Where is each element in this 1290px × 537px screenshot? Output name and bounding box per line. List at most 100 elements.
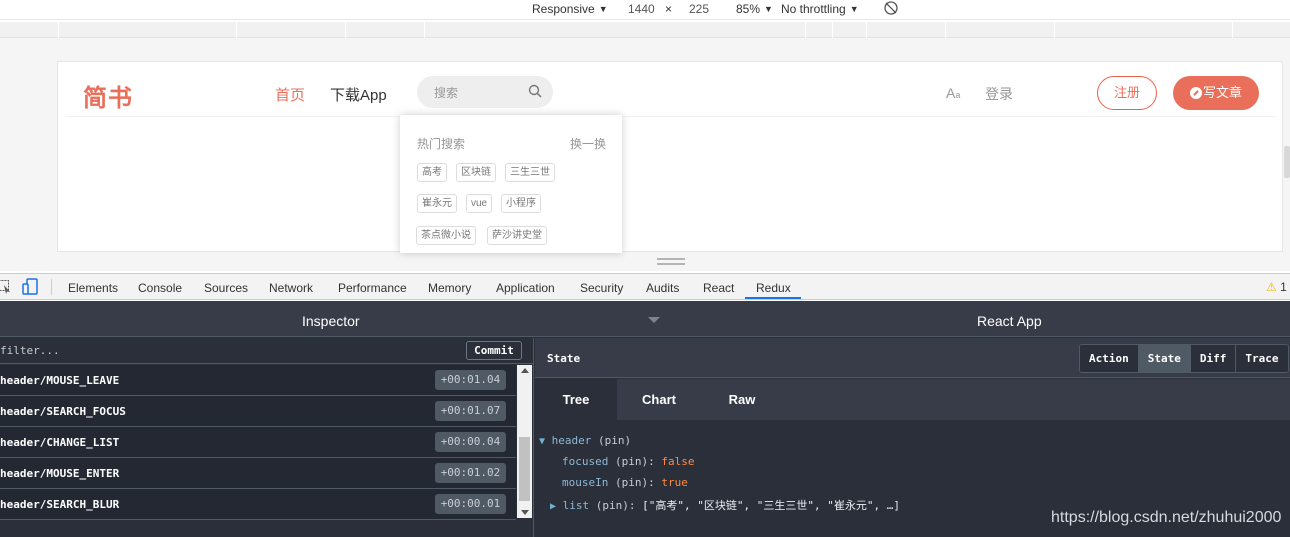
tab-audits[interactable]: Audits bbox=[646, 281, 679, 295]
throttling-select[interactable]: No throttling ▼ bbox=[781, 2, 859, 16]
viewport-width-input[interactable]: 1440 bbox=[628, 2, 655, 16]
action-list-scrollbar[interactable] bbox=[517, 365, 532, 518]
media-query-ruler[interactable] bbox=[0, 22, 1290, 38]
action-name: header/MOUSE_LEAVE bbox=[0, 374, 120, 387]
subtab-raw[interactable]: Raw bbox=[701, 379, 783, 420]
tab-console[interactable]: Console bbox=[138, 281, 182, 295]
search-placeholder: 搜索 bbox=[434, 86, 459, 100]
tree-node-header[interactable]: ▼ header (pin) bbox=[539, 434, 631, 447]
commit-button[interactable]: Commit bbox=[466, 341, 522, 360]
action-time: +00:01.02 bbox=[435, 463, 506, 483]
tree-pin[interactable]: (pin): bbox=[615, 455, 655, 468]
device-mode-label: Responsive bbox=[532, 2, 595, 16]
action-list-item[interactable]: header/MOUSE_ENTER +00:01.02 bbox=[0, 458, 516, 489]
nav-download-app-link[interactable]: 下载App bbox=[330, 84, 387, 105]
tree-value: ["高考", "区块链", "三生三世", "崔永元", …] bbox=[642, 499, 900, 512]
view-trace-button[interactable]: Trace bbox=[1236, 345, 1288, 372]
tab-redux[interactable]: Redux bbox=[756, 281, 791, 295]
action-list-item[interactable]: header/SEARCH_FOCUS +00:01.07 bbox=[0, 396, 516, 427]
nav-home-link[interactable]: 首页 bbox=[275, 84, 305, 105]
action-list-item[interactable]: header/CHANGE_LIST +00:00.04 bbox=[0, 427, 516, 458]
hot-search-popup: 热门搜索 换一换 高考 区块链 三生三世 崔永元 vue 小程序 茶点微小说 萨… bbox=[400, 115, 622, 253]
tab-memory[interactable]: Memory bbox=[428, 281, 471, 295]
filter-row: filter... Commit bbox=[0, 338, 534, 364]
tab-security[interactable]: Security bbox=[580, 281, 623, 295]
expanded-arrow-icon[interactable]: ▼ bbox=[539, 436, 545, 447]
switch-batch-link[interactable]: 换一换 bbox=[570, 135, 606, 152]
devtools-tab-bar: Elements Console Sources Network Perform… bbox=[0, 273, 1290, 300]
warnings-counter[interactable]: ⚠ 1 bbox=[1266, 280, 1287, 294]
view-state-button[interactable]: State bbox=[1138, 345, 1191, 372]
caret-down-icon: ▼ bbox=[598, 4, 608, 14]
hot-search-tag[interactable]: 高考 bbox=[417, 163, 447, 182]
action-name: header/SEARCH_BLUR bbox=[0, 498, 120, 511]
device-mode-select[interactable]: Responsive ▼ bbox=[532, 2, 608, 16]
hot-search-tag[interactable]: vue bbox=[466, 194, 493, 213]
action-time: +00:00.04 bbox=[435, 432, 506, 452]
zoom-select[interactable]: 85% ▼ bbox=[736, 2, 773, 16]
tree-pin[interactable]: (pin): bbox=[615, 476, 655, 489]
collapsed-arrow-icon[interactable]: ▶ bbox=[550, 501, 556, 512]
search-icon[interactable] bbox=[527, 83, 544, 100]
action-list-pane: filter... Commit header/MOUSE_LEAVE +00:… bbox=[0, 338, 534, 537]
scroll-up-icon[interactable] bbox=[521, 368, 529, 373]
action-name: header/MOUSE_ENTER bbox=[0, 467, 120, 480]
inspector-title: Inspector bbox=[302, 313, 360, 329]
active-tab-indicator bbox=[745, 297, 801, 299]
search-input[interactable]: 搜索 bbox=[417, 76, 553, 108]
subtab-tree[interactable]: Tree bbox=[535, 379, 617, 420]
hot-search-tag[interactable]: 三生三世 bbox=[505, 163, 555, 182]
tab-react[interactable]: React bbox=[703, 281, 734, 295]
instance-dropdown-icon[interactable] bbox=[648, 317, 660, 323]
viewport-bottom-resizer[interactable] bbox=[657, 258, 685, 265]
subtab-chart[interactable]: Chart bbox=[618, 379, 700, 420]
viewport-right-resizer[interactable] bbox=[1284, 146, 1290, 178]
write-article-button[interactable]: 写文章 bbox=[1173, 76, 1259, 110]
caret-down-icon: ▼ bbox=[849, 4, 859, 14]
view-action-button[interactable]: Action bbox=[1080, 345, 1139, 372]
tab-performance[interactable]: Performance bbox=[338, 281, 407, 295]
scroll-down-icon[interactable] bbox=[521, 510, 529, 515]
action-name: header/CHANGE_LIST bbox=[0, 436, 120, 449]
viewport-height-input[interactable]: 225 bbox=[689, 2, 709, 16]
state-heading: State bbox=[547, 352, 581, 365]
pen-icon bbox=[1189, 87, 1202, 99]
scrollbar-thumb[interactable] bbox=[519, 437, 530, 501]
tree-node-focused: focused (pin): false bbox=[562, 455, 694, 468]
caret-down-icon: ▼ bbox=[764, 4, 773, 14]
state-pane: State Action State Diff Trace Tree Chart… bbox=[535, 338, 1290, 537]
rotate-icon[interactable] bbox=[883, 0, 899, 19]
action-time: +00:00.01 bbox=[435, 494, 506, 514]
site-logo[interactable]: 简书 bbox=[83, 78, 133, 113]
tree-pin[interactable]: (pin) bbox=[598, 434, 631, 447]
hot-search-tag[interactable]: 小程序 bbox=[501, 194, 541, 213]
hot-search-tag[interactable]: 茶点微小说 bbox=[416, 226, 476, 245]
tree-value: false bbox=[661, 455, 695, 468]
app-instance-name[interactable]: React App bbox=[977, 313, 1042, 329]
register-button[interactable]: 注册 bbox=[1097, 76, 1157, 110]
hot-search-tag[interactable]: 崔永元 bbox=[417, 194, 457, 213]
inspect-element-icon[interactable] bbox=[0, 279, 12, 298]
watermark: https://blog.csdn.net/zhuhui2000 bbox=[1051, 509, 1282, 526]
tab-sources[interactable]: Sources bbox=[204, 281, 248, 295]
hot-search-tag[interactable]: 萨沙讲史堂 bbox=[487, 226, 547, 245]
redux-title-bar: Inspector React App bbox=[0, 301, 1290, 337]
action-list-item[interactable]: header/MOUSE_LEAVE +00:01.04 bbox=[0, 365, 516, 396]
hot-search-tag[interactable]: 区块链 bbox=[456, 163, 496, 182]
action-time: +00:01.07 bbox=[435, 401, 506, 421]
tree-pin[interactable]: (pin): bbox=[596, 499, 636, 512]
tab-application[interactable]: Application bbox=[496, 281, 555, 295]
action-list-item[interactable]: header/SEARCH_BLUR +00:00.01 bbox=[0, 489, 516, 520]
hot-search-title: 热门搜索 bbox=[417, 137, 466, 151]
redux-devtools-panel: Inspector React App filter... Commit hea… bbox=[0, 301, 1290, 537]
login-link[interactable]: 登录 bbox=[985, 84, 1013, 104]
view-diff-button[interactable]: Diff bbox=[1190, 345, 1237, 372]
toolbar-divider bbox=[51, 279, 52, 295]
zoom-label: 85% bbox=[736, 2, 761, 16]
tab-network[interactable]: Network bbox=[269, 281, 313, 295]
tree-node-list[interactable]: ▶ list (pin): ["高考", "区块链", "三生三世", "崔永元… bbox=[550, 497, 900, 513]
filter-input[interactable]: filter... bbox=[0, 344, 60, 357]
font-size-icon[interactable]: Aa bbox=[946, 85, 960, 101]
tab-elements[interactable]: Elements bbox=[68, 281, 118, 295]
device-toggle-icon[interactable] bbox=[22, 278, 38, 299]
